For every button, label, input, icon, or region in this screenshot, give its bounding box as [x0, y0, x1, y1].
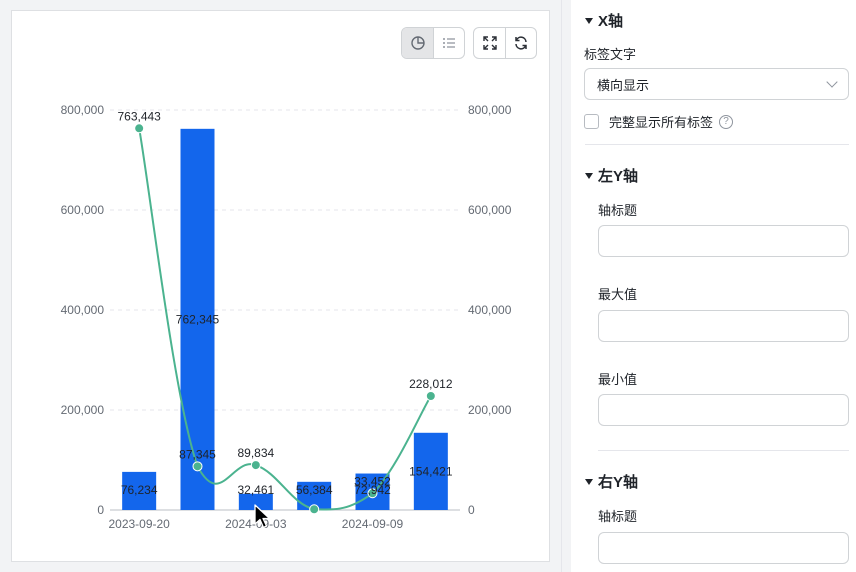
min-value-label: 最小值: [598, 372, 638, 387]
help-icon[interactable]: ?: [719, 114, 734, 129]
line-point: [250, 460, 261, 471]
bar-data-label: 76,234: [121, 483, 158, 497]
chevron-down-icon: [826, 76, 838, 88]
max-value-label: 最大值: [598, 287, 638, 302]
line-data-label: 89,834: [237, 446, 274, 460]
line-data-label: 228,012: [409, 377, 453, 391]
panel-divider[interactable]: [561, 0, 571, 572]
divider: [598, 450, 849, 451]
right-y-tick-label: 800,000: [468, 103, 512, 117]
divider: [585, 144, 849, 145]
axis-title-label: 轴标题: [598, 203, 638, 218]
app-root: 0 200,000 400,000 600,000 800,000 0 200,000 400…: [0, 0, 856, 572]
left-axis-max-input[interactable]: [598, 310, 849, 342]
right-y-tick-label: 400,000: [468, 303, 512, 317]
caret-down-icon: [585, 17, 593, 24]
axis-title-label: 轴标题: [598, 509, 638, 524]
mouse-cursor-icon: [254, 504, 271, 529]
label-text-field-label: 标签文字: [584, 47, 637, 62]
right-y-tick-label: 0: [468, 503, 475, 517]
settings-panel: X轴 标签文字 横向显示 完整显示所有标签 ? 左Y轴 轴标题 最大值 最小值 …: [571, 0, 856, 572]
section-x-axis[interactable]: X轴: [585, 10, 623, 31]
line-data-label: 33,452: [354, 474, 391, 488]
label-text-select[interactable]: 横向显示: [584, 68, 849, 100]
line-point: [192, 461, 203, 472]
left-axis-min-input[interactable]: [598, 394, 849, 426]
bar-data-label: 762,345: [176, 312, 220, 326]
right-y-tick-label: 200,000: [468, 403, 512, 417]
x-tick-label: 2023-09-20: [108, 517, 170, 531]
show-all-labels-checkbox[interactable]: [584, 114, 599, 129]
bar-data-label: 154,421: [409, 464, 453, 478]
line-point: [425, 390, 436, 401]
section-title-label: 右Y轴: [598, 474, 639, 491]
chart-panel: 0 200,000 400,000 600,000 800,000 0 200,000 400…: [11, 10, 550, 562]
left-y-tick-label: 200,000: [61, 403, 105, 417]
left-y-tick-label: 0: [97, 503, 104, 517]
left-y-tick-label: 400,000: [61, 303, 105, 317]
left-y-tick-label: 800,000: [61, 103, 105, 117]
bar-data-label: 32,461: [237, 483, 274, 497]
section-title-label: 左Y轴: [598, 168, 639, 185]
label-text-select-value: 横向显示: [597, 77, 650, 93]
right-y-tick-label: 600,000: [468, 203, 512, 217]
caret-down-icon: [585, 172, 593, 179]
combo-chart: 0 200,000 400,000 600,000 800,000 0 200,000 400…: [61, 103, 512, 531]
line-point: [134, 123, 145, 134]
left-y-tick-label: 600,000: [61, 203, 105, 217]
caret-down-icon: [585, 478, 593, 485]
section-title-label: X轴: [598, 13, 624, 30]
section-right-y-axis[interactable]: 右Y轴: [585, 471, 638, 492]
line-data-label: 763,443: [117, 109, 161, 123]
show-all-labels-label: 完整显示所有标签: [609, 115, 714, 130]
x-tick-label: 2024-09-09: [342, 517, 404, 531]
show-all-labels-row: 完整显示所有标签 ?: [584, 112, 734, 131]
line-data-label: 87,345: [179, 447, 216, 461]
line-point: [309, 504, 320, 515]
right-axis-title-input[interactable]: [598, 532, 849, 564]
section-left-y-axis[interactable]: 左Y轴: [585, 165, 638, 186]
bar-data-label: 56,384: [296, 483, 333, 497]
left-axis-title-input[interactable]: [598, 225, 849, 257]
